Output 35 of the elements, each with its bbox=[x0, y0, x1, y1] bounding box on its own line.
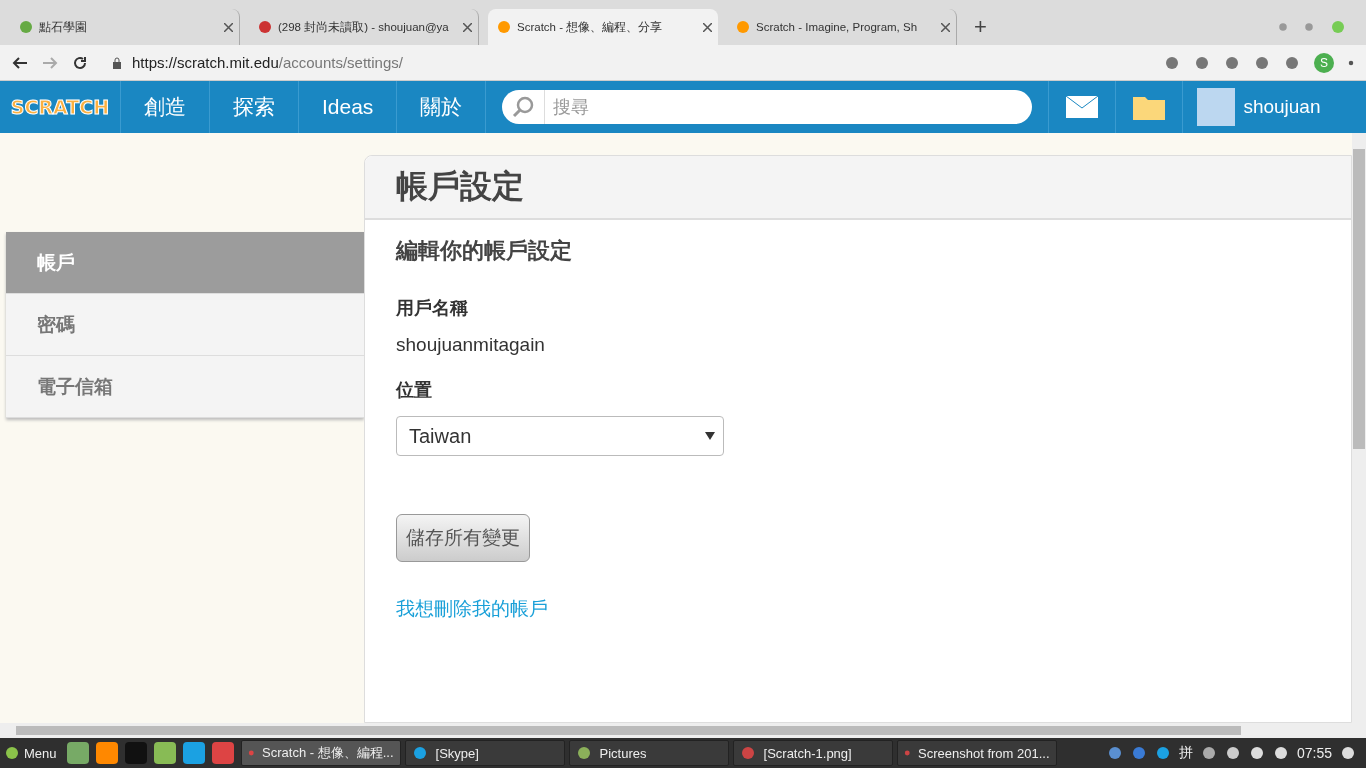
taskbar-window[interactable]: Pictures bbox=[568, 740, 729, 766]
location-dropdown[interactable]: Taiwan bbox=[396, 416, 724, 456]
clock-text: 07:55 bbox=[1296, 745, 1332, 761]
save-button[interactable]: 儲存所有變更 bbox=[396, 514, 530, 562]
launcher-icon[interactable] bbox=[66, 742, 89, 764]
vertical-scrollbar[interactable] bbox=[1352, 133, 1366, 723]
user-avatar[interactable] bbox=[1197, 88, 1236, 126]
browser-tab[interactable]: Scratch - 想像、編程、分享 bbox=[488, 9, 718, 45]
username-value: shoujuanmitagain bbox=[396, 334, 545, 356]
taskbar-window[interactable]: [Scratch-1.png] bbox=[732, 740, 893, 766]
menu-button[interactable]: Menu bbox=[4, 745, 63, 761]
field-label: 用戶名稱 bbox=[396, 297, 468, 320]
lock-icon bbox=[112, 56, 122, 69]
url-text: https://scratch.mit.edu/accounts/settings/ bbox=[132, 54, 403, 71]
back-icon[interactable] bbox=[12, 54, 28, 71]
new-tab-button[interactable]: + bbox=[966, 9, 995, 45]
dropdown-caret-icon bbox=[705, 432, 715, 440]
launcher-icon[interactable] bbox=[95, 742, 118, 764]
horizontal-scrollbar[interactable] bbox=[0, 723, 1366, 738]
input-method-text[interactable]: 拼 bbox=[1178, 744, 1193, 762]
reload-icon[interactable] bbox=[72, 54, 88, 71]
username-text[interactable]: shoujuan bbox=[1243, 96, 1321, 118]
launcher-icon[interactable] bbox=[182, 742, 205, 764]
search-icon bbox=[512, 96, 535, 118]
taskbar-window[interactable]: Screenshot from 201... bbox=[896, 740, 1057, 766]
sidebar-item[interactable]: 電子信箱 bbox=[6, 356, 364, 418]
field-label: 位置 bbox=[396, 379, 432, 402]
taskbar-window[interactable]: Scratch - 想像、編程... bbox=[240, 740, 401, 766]
section-heading: 編輯你的帳戶設定 bbox=[396, 237, 572, 265]
launcher-icon[interactable] bbox=[211, 742, 234, 764]
sidebar-item[interactable]: 密碼 bbox=[6, 294, 364, 356]
address-field[interactable]: https://scratch.mit.edu/accounts/settings/ bbox=[102, 54, 1150, 71]
page-title: 帳戶設定 bbox=[396, 167, 524, 206]
taskbar-window[interactable]: [Skype] bbox=[404, 740, 565, 766]
launcher-icon[interactable] bbox=[153, 742, 176, 764]
